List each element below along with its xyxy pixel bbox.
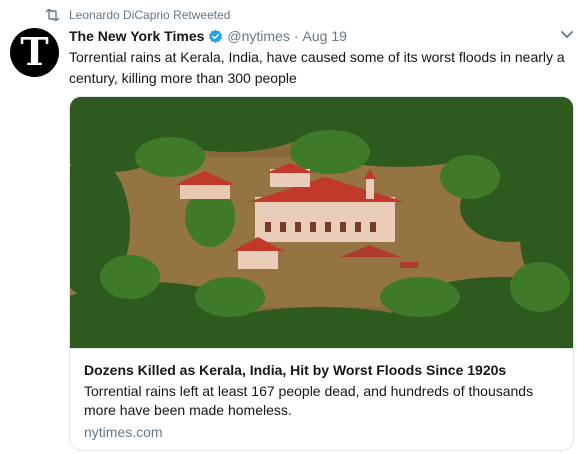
flood-photo xyxy=(70,97,573,348)
retweet-context: Leonardo DiCaprio Retweeted xyxy=(44,5,230,25)
card-title[interactable]: Dozens Killed as Kerala, India, Hit by W… xyxy=(84,361,564,379)
tweet-text: Torrential rains at Kerala, India, have … xyxy=(69,49,565,86)
card-image[interactable] xyxy=(70,97,573,349)
retweet-icon xyxy=(45,9,60,21)
author-name[interactable]: The New York Times xyxy=(69,28,204,44)
tweet-date[interactable]: Aug 19 xyxy=(303,28,347,44)
avatar[interactable]: T xyxy=(10,28,59,77)
card-description: Torrential rains left at least 167 peopl… xyxy=(84,383,534,418)
tweet-header: The New York Times @nytimes · Aug 19 xyxy=(69,26,347,46)
chevron-down-icon[interactable] xyxy=(560,30,574,40)
separator-dot: · xyxy=(293,28,299,44)
nyt-logo-icon: T xyxy=(20,28,49,74)
card-domain[interactable]: nytimes.com xyxy=(84,424,163,440)
author-handle[interactable]: @nytimes xyxy=(227,28,289,44)
retweet-label[interactable]: Leonardo DiCaprio Retweeted xyxy=(69,8,230,22)
link-card[interactable]: Dozens Killed as Kerala, India, Hit by W… xyxy=(69,96,574,451)
verified-badge-icon xyxy=(209,29,223,43)
